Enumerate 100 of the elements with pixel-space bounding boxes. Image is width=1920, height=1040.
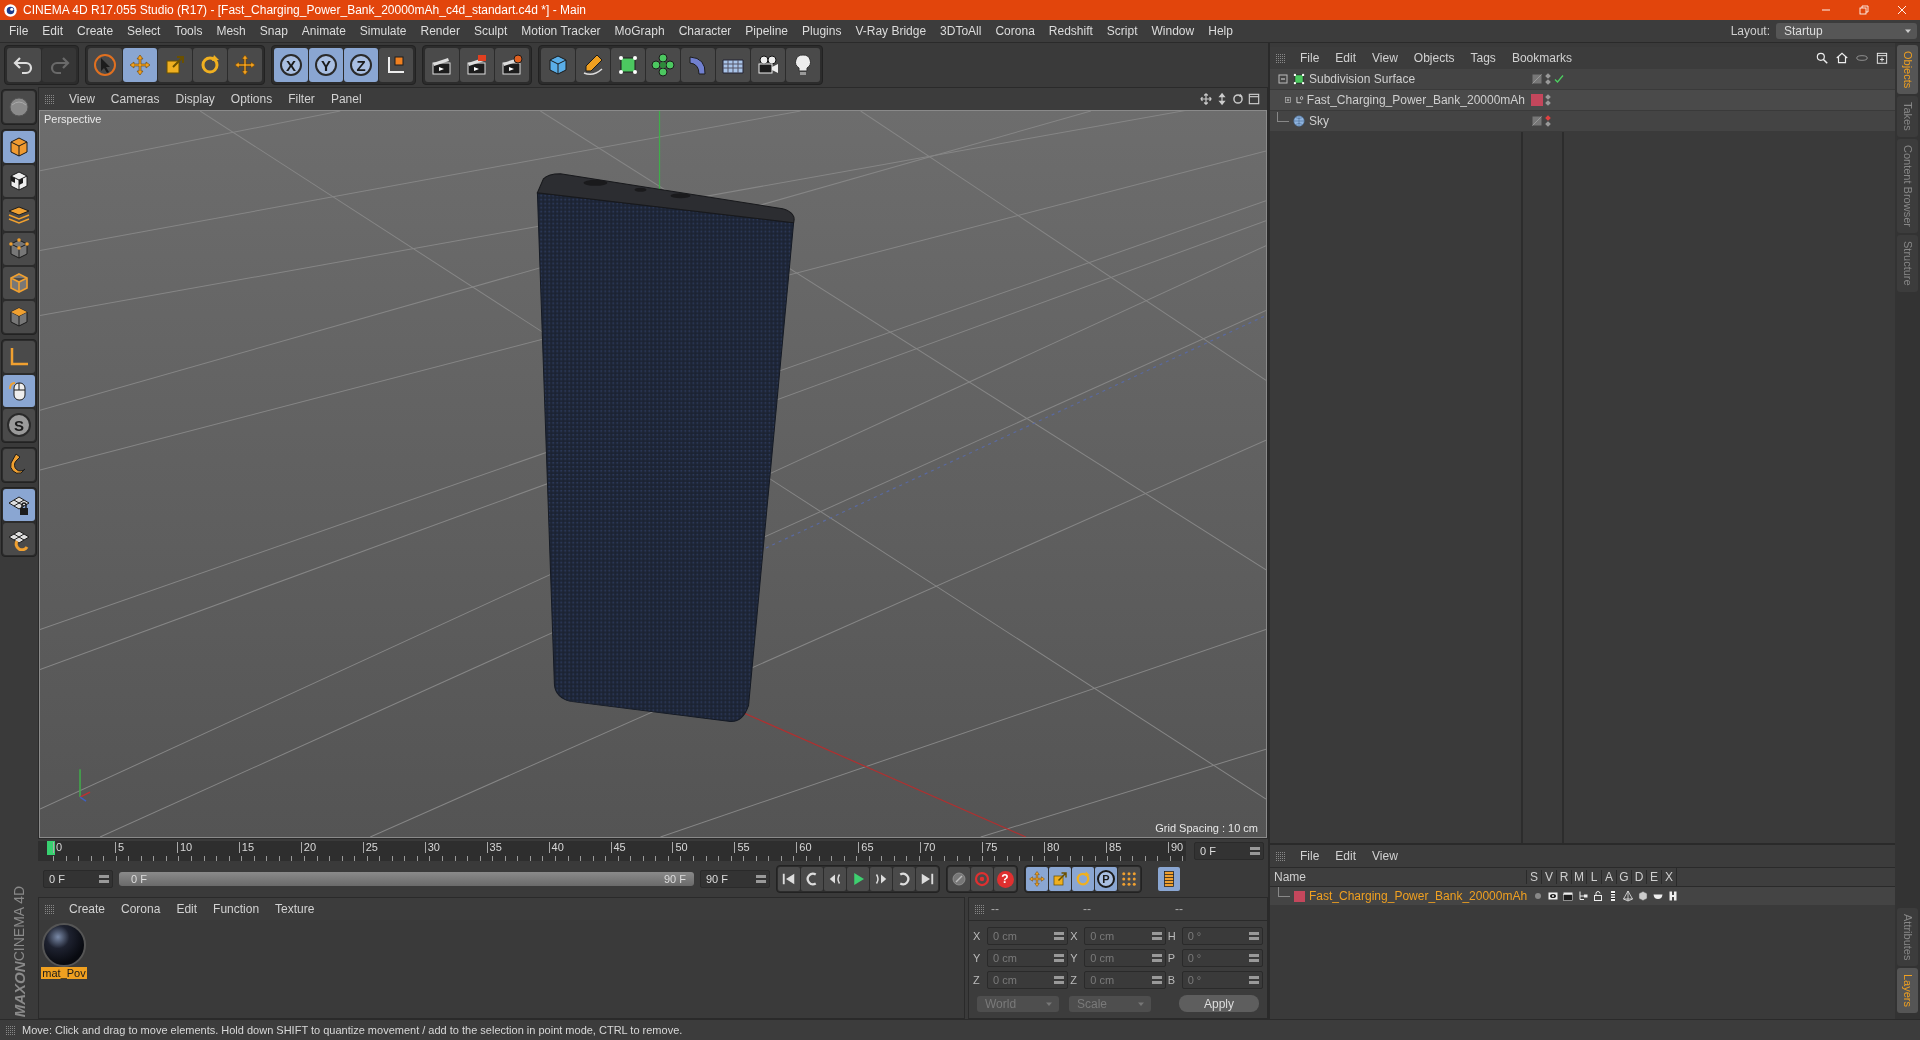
render-picture-button[interactable] xyxy=(460,48,494,82)
menu-item[interactable]: Edit xyxy=(35,24,71,38)
column-header[interactable]: V xyxy=(1541,870,1556,884)
padlock-icon[interactable] xyxy=(1591,890,1604,902)
menu-item[interactable]: Create xyxy=(70,24,121,38)
menu-item[interactable]: Options xyxy=(222,92,281,106)
menu-item[interactable]: Animate xyxy=(294,24,353,38)
panel-grip-icon[interactable] xyxy=(45,94,55,104)
next-key-button[interactable] xyxy=(893,867,915,891)
menu-item[interactable]: Edit xyxy=(1327,849,1365,863)
object-name[interactable]: Subdivision Surface xyxy=(1309,72,1416,86)
panel-grip-icon[interactable] xyxy=(975,904,985,914)
menu-item[interactable]: Edit xyxy=(168,902,206,916)
visibility-dots-icon[interactable] xyxy=(1546,116,1550,126)
column-header[interactable]: D xyxy=(1631,870,1646,884)
menu-item[interactable]: Script xyxy=(1099,24,1145,38)
pen-button[interactable] xyxy=(576,48,610,82)
menu-item[interactable]: Select xyxy=(120,24,168,38)
column-header[interactable]: S xyxy=(1526,870,1541,884)
light-button[interactable] xyxy=(786,48,820,82)
home-icon[interactable] xyxy=(1835,51,1849,65)
menu-item[interactable]: Display xyxy=(167,92,223,106)
menu-item[interactable]: Motion Tracker xyxy=(514,24,608,38)
next-frame-button[interactable] xyxy=(870,867,892,891)
menu-item[interactable]: Tags xyxy=(1462,51,1504,65)
layout-dropdown[interactable]: Startup xyxy=(1776,23,1917,39)
new-window-icon[interactable] xyxy=(1875,51,1889,65)
tweak-button[interactable] xyxy=(3,375,35,407)
current-frame-field[interactable]: 0 F xyxy=(1194,842,1264,860)
layer-color-swatch[interactable] xyxy=(1531,94,1543,106)
coordinate-system-button[interactable] xyxy=(379,48,413,82)
points-grid-button[interactable] xyxy=(1118,867,1140,891)
panel-grip-icon[interactable] xyxy=(1276,851,1286,861)
column-header[interactable]: Name xyxy=(1270,870,1526,884)
menu-item[interactable]: Corona xyxy=(113,902,169,916)
menu-item[interactable]: Corona xyxy=(988,24,1042,38)
object-name[interactable]: Sky xyxy=(1309,114,1329,128)
lock-workplane-button[interactable] xyxy=(3,489,35,521)
deformer-button[interactable] xyxy=(681,48,715,82)
workplane-button[interactable] xyxy=(3,199,35,231)
clapperboard-icon[interactable] xyxy=(1561,890,1574,902)
visibility-dots-icon[interactable] xyxy=(1546,95,1550,105)
viewport-canvas[interactable]: Perspective Grid Spacing : 10 cm xyxy=(39,110,1267,838)
go-end-button[interactable] xyxy=(916,867,938,891)
maximize-view-icon[interactable] xyxy=(1247,92,1261,106)
menu-item[interactable]: Filter xyxy=(280,92,323,106)
record-button[interactable] xyxy=(948,867,970,891)
restore-icon[interactable] xyxy=(1856,2,1872,18)
cloner-button[interactable] xyxy=(646,48,680,82)
start-frame-field[interactable]: 0 F xyxy=(43,870,113,888)
menu-item[interactable]: Edit xyxy=(1327,51,1365,65)
column-header[interactable]: E xyxy=(1646,870,1661,884)
side-tab[interactable]: Layers xyxy=(1897,967,1918,1013)
model-button[interactable] xyxy=(3,131,35,163)
texture-button[interactable] xyxy=(3,165,35,197)
go-start-button[interactable] xyxy=(778,867,800,891)
param-button[interactable]: P xyxy=(1095,867,1117,891)
menu-item[interactable]: File xyxy=(1292,51,1328,65)
pyramid-icon[interactable] xyxy=(1621,890,1634,902)
menu-item[interactable]: Snap xyxy=(252,24,295,38)
column-header[interactable]: R xyxy=(1556,870,1571,884)
hierarchy-icon[interactable] xyxy=(1576,890,1589,902)
apply-button[interactable]: Apply xyxy=(1179,995,1259,1012)
menu-item[interactable]: Create xyxy=(61,902,114,916)
menu-item[interactable]: View xyxy=(61,92,103,106)
menu-item[interactable]: Pipeline xyxy=(738,24,796,38)
floor-button[interactable] xyxy=(716,48,750,82)
subdivision-button[interactable] xyxy=(611,48,645,82)
rotate-button[interactable] xyxy=(193,48,227,82)
column-header[interactable]: X xyxy=(1661,870,1676,884)
menu-item[interactable]: Tools xyxy=(167,24,210,38)
axis-lock-button[interactable]: Y xyxy=(309,48,343,82)
render-view-button[interactable] xyxy=(425,48,459,82)
timeline-button[interactable] xyxy=(1158,867,1180,891)
playhead-marker[interactable] xyxy=(47,841,55,855)
scale-button[interactable] xyxy=(158,48,192,82)
checkmark-icon[interactable] xyxy=(1553,73,1565,85)
menu-item[interactable]: Mesh xyxy=(209,24,253,38)
menu-item[interactable]: Simulate xyxy=(352,24,414,38)
no-layer-icon[interactable] xyxy=(1531,115,1543,127)
visibility-dots-icon[interactable] xyxy=(1546,74,1550,84)
axis-lock-button[interactable]: X xyxy=(274,48,308,82)
no-layer-icon[interactable] xyxy=(1531,73,1543,85)
axis-lock-button[interactable]: Z xyxy=(344,48,378,82)
menu-item[interactable]: View xyxy=(1364,849,1406,863)
menu-item[interactable]: View xyxy=(1364,51,1406,65)
menu-item[interactable]: Bookmarks xyxy=(1503,51,1580,65)
layer-color-swatch[interactable] xyxy=(1294,890,1305,902)
material-preview[interactable] xyxy=(42,923,86,967)
menu-item[interactable]: Cameras xyxy=(102,92,168,106)
side-tab[interactable]: Objects xyxy=(1897,45,1918,95)
cube-icon[interactable] xyxy=(1636,890,1649,902)
play-button[interactable] xyxy=(847,867,869,891)
menu-item[interactable]: Panel xyxy=(322,92,370,106)
app-logo-icon[interactable] xyxy=(3,2,18,18)
menu-item[interactable]: Render xyxy=(413,24,467,38)
points-button[interactable] xyxy=(3,233,35,265)
timeline-ruler[interactable]: 0 5 10 15 20 25 30 35 40 45 50 55 60 65 70 75 80 85 90 xyxy=(38,841,1186,861)
render-settings-button[interactable] xyxy=(495,48,529,82)
polygons-button[interactable] xyxy=(3,301,35,333)
